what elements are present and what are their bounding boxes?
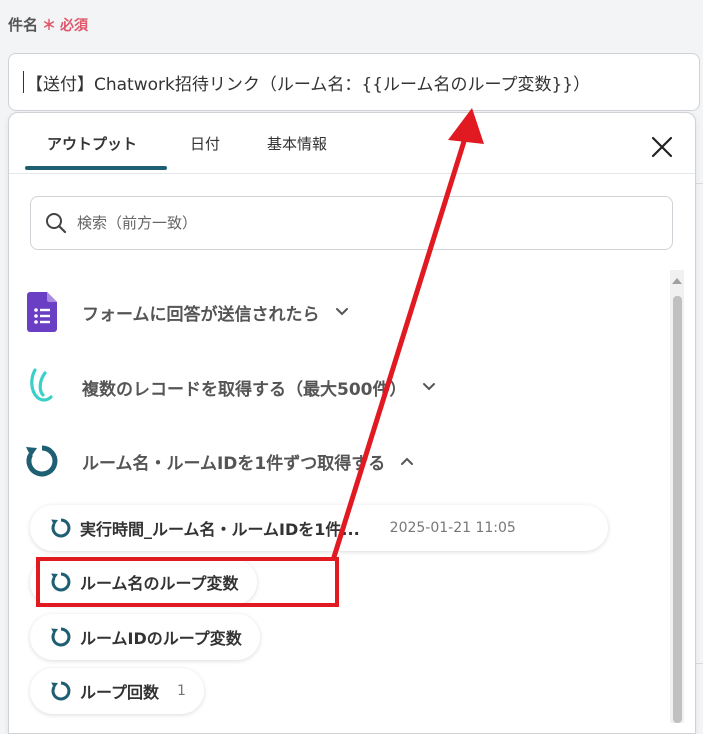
scroll-up-arrow-icon[interactable] bbox=[672, 278, 682, 284]
output-item-loop-count[interactable]: ループ回数 1 bbox=[30, 668, 204, 714]
loop-icon bbox=[51, 518, 71, 538]
section-label: フォームに回答が送信されたら bbox=[82, 304, 320, 325]
search-box[interactable] bbox=[30, 196, 673, 250]
output-item-label: ルームIDのループ変数 bbox=[80, 629, 242, 648]
required-text: 必須 bbox=[60, 18, 89, 34]
tab-output[interactable]: アウトプット bbox=[47, 133, 137, 154]
close-icon bbox=[651, 136, 673, 158]
scrollbar-thumb[interactable] bbox=[673, 296, 682, 723]
subject-field-label: 件名＊必須 bbox=[8, 14, 88, 35]
section-loop-rooms[interactable]: ルーム名・ルームIDを1件ずつ取得する bbox=[24, 441, 415, 481]
kintone-icon bbox=[30, 368, 53, 402]
tab-bar: アウトプット 日付 基本情報 bbox=[9, 113, 695, 174]
active-tab-indicator bbox=[25, 166, 167, 170]
output-item-label: ルーム名のループ変数 bbox=[80, 574, 239, 593]
loop-icon bbox=[26, 445, 58, 477]
chevron-down-icon bbox=[422, 383, 435, 391]
output-item-timestamp: 2025-01-21 11:05 bbox=[389, 520, 516, 536]
required-mark: ＊ bbox=[42, 18, 57, 34]
google-forms-icon bbox=[27, 292, 57, 332]
section-get-records[interactable]: 複数のレコードを取得する（最大500件） bbox=[24, 367, 437, 407]
chevron-down-icon bbox=[335, 308, 348, 316]
loop-icon bbox=[51, 627, 71, 647]
output-item-execution-time[interactable]: 実行時間_ルーム名・ルームIDを1件... 2025-01-21 11:05 bbox=[30, 505, 608, 551]
subject-input[interactable]: 【送付】Chatwork招待リンク（ルーム名：{{ルーム名のループ変数}}） bbox=[8, 53, 700, 111]
loop-icon bbox=[51, 681, 71, 701]
output-item-count: 1 bbox=[177, 683, 186, 699]
section-label: ルーム名・ルームIDを1件ずつ取得する bbox=[82, 453, 386, 474]
subject-label-text: 件名 bbox=[8, 16, 39, 34]
text-caret bbox=[23, 71, 24, 93]
close-button[interactable] bbox=[650, 135, 674, 159]
tab-basic-info[interactable]: 基本情報 bbox=[267, 133, 327, 154]
search-icon bbox=[46, 213, 67, 234]
output-item-room-name-loop-variable[interactable]: ルーム名のループ変数 bbox=[30, 559, 257, 605]
search-input[interactable] bbox=[75, 213, 639, 233]
section-form-submitted[interactable]: フォームに回答が送信されたら bbox=[24, 292, 350, 332]
output-item-room-id-loop-variable[interactable]: ルームIDのループ変数 bbox=[30, 614, 260, 660]
chevron-up-icon bbox=[401, 457, 414, 465]
output-item-label: 実行時間_ルーム名・ルームIDを1件... bbox=[80, 520, 360, 539]
output-item-label: ループ回数 bbox=[80, 683, 160, 702]
section-label: 複数のレコードを取得する（最大500件） bbox=[82, 379, 407, 400]
loop-icon bbox=[51, 572, 71, 592]
subject-input-value: 【送付】Chatwork招待リンク（ルーム名：{{ルーム名のループ変数}}） bbox=[26, 74, 591, 95]
tab-date[interactable]: 日付 bbox=[190, 133, 220, 154]
